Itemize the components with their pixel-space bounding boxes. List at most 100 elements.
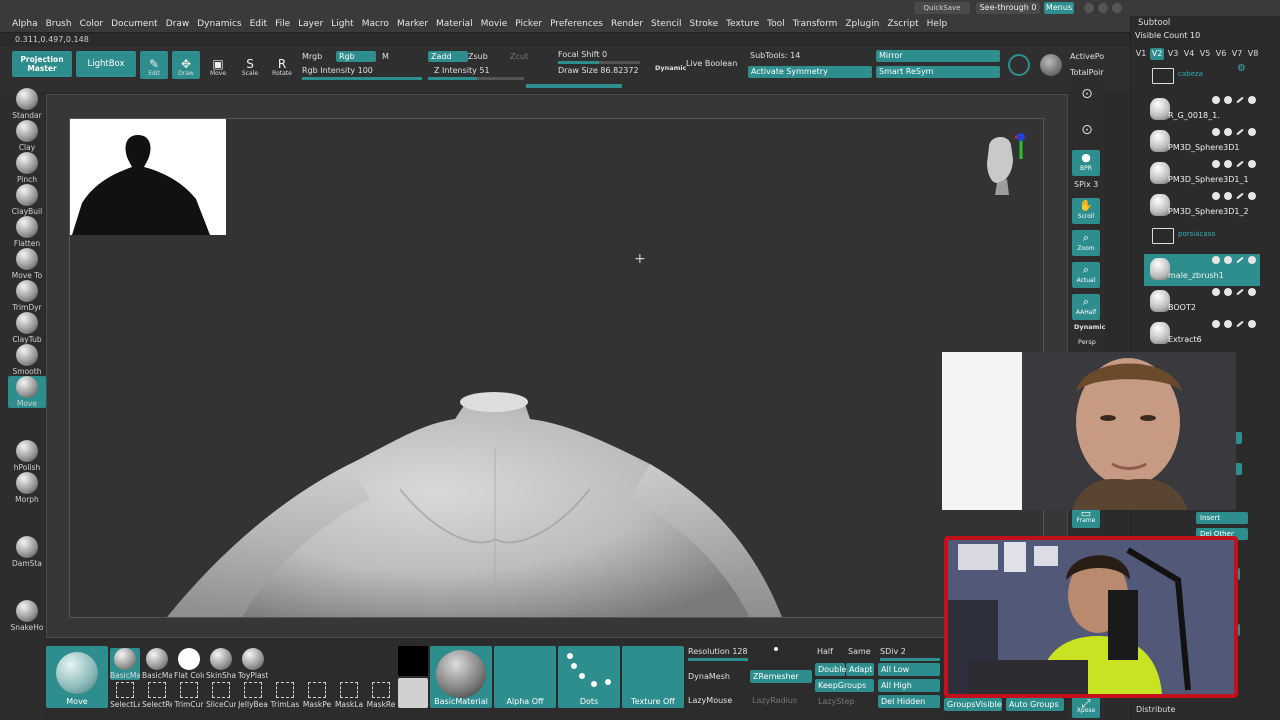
all-low-button[interactable]: All Low bbox=[878, 663, 940, 676]
menu-preferences[interactable]: Preferences bbox=[546, 18, 607, 30]
subtool-row[interactable]: Extract6 bbox=[1144, 318, 1260, 350]
lightbox-button[interactable]: LightBox bbox=[76, 51, 136, 77]
shelf-tool-item[interactable]: SelectLa bbox=[110, 682, 140, 709]
visibility-dot-icon[interactable] bbox=[1224, 96, 1232, 104]
shelf-tool-item[interactable]: JellyBea bbox=[238, 682, 268, 709]
shelf-tool-item[interactable]: SliceCur bbox=[206, 682, 236, 709]
menu-color[interactable]: Color bbox=[76, 18, 108, 30]
eye-icon[interactable] bbox=[1248, 192, 1256, 200]
dynamic-persp-toggle[interactable]: Dynamic bbox=[1074, 323, 1106, 331]
d-icon[interactable]: ⊙ bbox=[1076, 122, 1098, 142]
material-tile[interactable]: BasicMaterial bbox=[430, 646, 492, 708]
menu-document[interactable]: Document bbox=[107, 18, 162, 30]
color-swatch-gray[interactable] bbox=[398, 678, 428, 708]
menu-marker[interactable]: Marker bbox=[393, 18, 432, 30]
double-toggle[interactable]: Double bbox=[815, 663, 846, 676]
zremesher-button[interactable]: ZRemesher bbox=[750, 670, 812, 683]
draw-size-slider[interactable]: Draw Size 86.82372 bbox=[558, 66, 639, 75]
zadd-toggle[interactable]: Zadd bbox=[428, 51, 468, 62]
edit-pen-icon[interactable] bbox=[1236, 160, 1244, 168]
shelf-tool-item[interactable]: MaskRe bbox=[366, 682, 396, 709]
resolution-slider[interactable]: Resolution 128 bbox=[688, 647, 748, 656]
minimize-icon[interactable] bbox=[1084, 3, 1094, 13]
close-icon[interactable] bbox=[1112, 3, 1122, 13]
left-brush-item[interactable]: Smooth bbox=[8, 344, 46, 376]
activate-symmetry-button[interactable]: Activate Symmetry bbox=[748, 66, 872, 78]
left-brush-item[interactable]: SnakeHo bbox=[8, 600, 46, 632]
z-intensity-slider[interactable]: Z Intensity 51 bbox=[434, 66, 490, 75]
left-brush-item[interactable]: hPolish bbox=[8, 440, 46, 472]
left-brush-item[interactable]: Clay bbox=[8, 120, 46, 152]
left-brush-item[interactable]: Pinch bbox=[8, 152, 46, 184]
scale-mode-button[interactable]: S Scale bbox=[236, 51, 264, 79]
visibility-dot-icon[interactable] bbox=[1224, 288, 1232, 296]
left-brush-item[interactable]: ClayTub bbox=[8, 312, 46, 344]
smart-resym-button[interactable]: Smart ReSym bbox=[876, 66, 1000, 78]
focal-shift-slider[interactable]: Focal Shift 0 bbox=[558, 50, 607, 59]
eye-icon[interactable] bbox=[1248, 320, 1256, 328]
zsub-toggle[interactable]: Zsub bbox=[468, 52, 488, 61]
visibility-tab-v2[interactable]: V2 bbox=[1150, 48, 1164, 60]
visibility-dot-icon[interactable] bbox=[1224, 128, 1232, 136]
zoom-button[interactable]: ⌕ Zoom bbox=[1072, 230, 1100, 256]
menu-help[interactable]: Help bbox=[923, 18, 952, 30]
subtool-action-button[interactable]: Insert bbox=[1196, 512, 1248, 524]
menu-tool[interactable]: Tool bbox=[763, 18, 788, 30]
subtool-row[interactable]: cabeza bbox=[1144, 62, 1260, 94]
subtool-title[interactable]: Subtool bbox=[1138, 18, 1170, 28]
subtool-row[interactable]: porsiacaso bbox=[1144, 222, 1260, 254]
lazymouse-button[interactable]: LazyMouse bbox=[688, 696, 732, 705]
eye-icon[interactable] bbox=[1248, 128, 1256, 136]
left-brush-item[interactable]: Move To bbox=[8, 248, 46, 280]
orientation-head-icon[interactable] bbox=[975, 129, 1031, 199]
stroke-tile[interactable]: Dots bbox=[558, 646, 620, 708]
menu-draw[interactable]: Draw bbox=[162, 18, 194, 30]
del-hidden-button[interactable]: Del Hidden bbox=[878, 695, 940, 708]
mirror-button[interactable]: Mirror bbox=[876, 50, 1000, 62]
half-toggle[interactable]: Half bbox=[817, 647, 833, 656]
subtool-row[interactable]: PM3D_Sphere3D1_2 bbox=[1144, 190, 1260, 222]
persp-toggle[interactable]: Persp bbox=[1078, 338, 1096, 346]
polypaint-dot-icon[interactable] bbox=[1212, 192, 1220, 200]
bpr-button[interactable]: ● BPR bbox=[1072, 150, 1100, 176]
menu-stencil[interactable]: Stencil bbox=[647, 18, 685, 30]
menu-light[interactable]: Light bbox=[327, 18, 357, 30]
polypaint-dot-icon[interactable] bbox=[1212, 288, 1220, 296]
distribute-button[interactable]: Distribute bbox=[1136, 705, 1175, 714]
resolution-track[interactable] bbox=[688, 658, 748, 661]
adapt-toggle[interactable]: Adapt bbox=[846, 663, 874, 676]
subtool-row[interactable]: R_G_0018_1. bbox=[1144, 94, 1260, 126]
shelf-brush-item[interactable]: ToyPlast bbox=[238, 648, 268, 680]
mrgb-toggle[interactable]: Mrgb bbox=[302, 52, 322, 61]
subtool-row[interactable]: male_zbrush1 bbox=[1144, 254, 1260, 286]
edit-pen-icon[interactable] bbox=[1236, 256, 1244, 264]
visibility-tab-v1[interactable]: V1 bbox=[1134, 48, 1148, 60]
menus-button[interactable]: Menus bbox=[1044, 2, 1074, 14]
rgb-intensity-slider[interactable]: Rgb Intensity 100 bbox=[302, 66, 373, 75]
eye-icon[interactable] bbox=[1248, 288, 1256, 296]
polypaint-dot-icon[interactable] bbox=[1212, 128, 1220, 136]
menu-dynamics[interactable]: Dynamics bbox=[193, 18, 245, 30]
dynamesh-button[interactable]: DynaMesh bbox=[688, 672, 730, 681]
menu-transform[interactable]: Transform bbox=[789, 18, 842, 30]
all-high-button[interactable]: All High bbox=[878, 679, 940, 692]
texture-tile[interactable]: Texture Off bbox=[622, 646, 684, 708]
visibility-tab-v3[interactable]: V3 bbox=[1166, 48, 1180, 60]
silhouette-thumbnail[interactable] bbox=[70, 119, 226, 235]
aahalf-button[interactable]: ⌕ AAHalf bbox=[1072, 294, 1100, 320]
subtool-row[interactable]: PM3D_Sphere3D1 bbox=[1144, 126, 1260, 158]
color-swatch-black[interactable] bbox=[398, 646, 428, 676]
edit-pen-icon[interactable] bbox=[1236, 320, 1244, 328]
edit-pen-icon[interactable] bbox=[1236, 96, 1244, 104]
visibility-tab-v5[interactable]: V5 bbox=[1198, 48, 1212, 60]
menu-layer[interactable]: Layer bbox=[294, 18, 327, 30]
lazyradius-slider[interactable]: LazyRadius bbox=[752, 696, 797, 705]
groupsvisible-button[interactable]: GroupsVisible bbox=[944, 698, 1002, 711]
menu-picker[interactable]: Picker bbox=[511, 18, 546, 30]
edit-pen-icon[interactable] bbox=[1236, 192, 1244, 200]
shelf-brush-item[interactable]: BasicMa bbox=[142, 648, 172, 680]
visibility-dot-icon[interactable] bbox=[1224, 320, 1232, 328]
shelf-brush-item[interactable]: SkinSha bbox=[206, 648, 236, 680]
visible-count-slider[interactable]: Visible Count 10 bbox=[1135, 31, 1200, 40]
left-brush-item[interactable]: TrimDyr bbox=[8, 280, 46, 312]
